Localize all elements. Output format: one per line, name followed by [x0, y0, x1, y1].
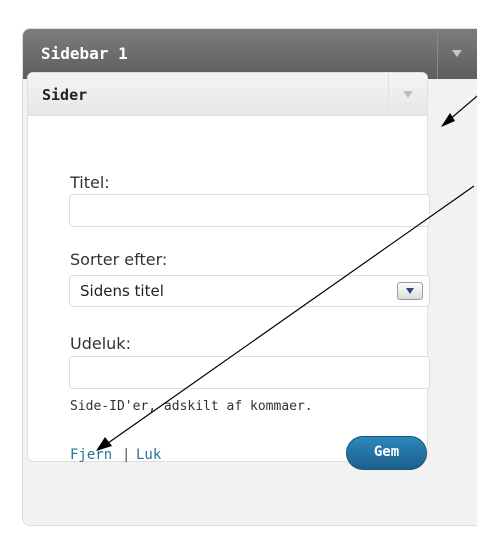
- annotation-arrows: [96, 95, 477, 451]
- arrow-head-to-toggle: [441, 113, 455, 127]
- arrow-line-to-remove: [100, 185, 475, 449]
- arrow-head-to-remove: [96, 437, 112, 451]
